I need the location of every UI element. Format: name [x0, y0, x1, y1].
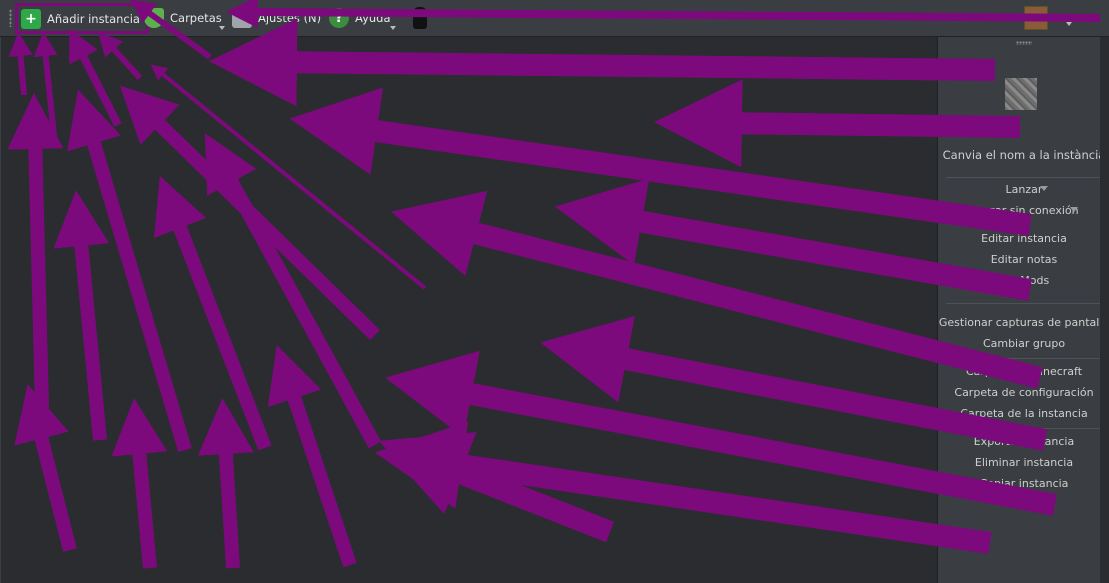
background-window-edge [1100, 37, 1109, 583]
edit-notes-button[interactable]: Editar notas [938, 253, 1109, 266]
launch-offline-dropdown-icon[interactable] [1070, 207, 1078, 212]
help-icon: ? [329, 8, 349, 28]
config-folder-button[interactable]: Carpeta de configuración [938, 386, 1109, 399]
sidebar-divider [946, 428, 1102, 429]
minecraft-folder-button[interactable]: Carpeta de Minecraft [938, 365, 1109, 378]
instance-list-area[interactable] [0, 37, 938, 583]
delete-instance-button[interactable]: Eliminar instancia [938, 456, 1109, 469]
account-dropdown-icon[interactable] [1066, 22, 1072, 26]
help-label: Ayuda [355, 11, 391, 25]
add-instance-label: Añadir instancia [47, 11, 140, 26]
screenshots-button[interactable]: Gestionar capturas de pantalla [938, 316, 1109, 329]
settings-button[interactable]: Ajustes (N) [232, 5, 321, 31]
launch-offline-button[interactable]: Lanzar sin conexión [938, 204, 1109, 217]
cat-icon[interactable] [413, 7, 427, 29]
rename-instance-button[interactable]: Canvia el nom a la instància [938, 148, 1109, 162]
folder-icon [144, 8, 164, 28]
instance-sidebar: Canvia el nom a la instància Lanzar Lanz… [937, 37, 1109, 583]
add-instance-icon: + [21, 8, 41, 29]
help-dropdown-icon[interactable] [390, 26, 396, 30]
view-mods-button[interactable]: Ver Mods [938, 274, 1109, 287]
launch-button[interactable]: Lanzar [938, 183, 1109, 196]
sidebar-divider [946, 303, 1102, 304]
account-icon[interactable] [1024, 6, 1048, 30]
settings-icon [232, 8, 252, 28]
change-group-button[interactable]: Cambiar grupo [938, 337, 1109, 350]
folders-button[interactable]: Carpetas [144, 5, 222, 31]
toolbar-grip[interactable] [9, 9, 12, 27]
help-button[interactable]: ? Ayuda [329, 5, 391, 31]
add-instance-button[interactable]: + Añadir instancia [15, 3, 149, 34]
edit-instance-button[interactable]: Editar instancia [938, 232, 1109, 245]
launch-dropdown-icon[interactable] [1040, 186, 1048, 191]
sidebar-divider [946, 358, 1102, 359]
instance-icon[interactable] [1005, 78, 1037, 110]
sidebar-divider [946, 177, 1102, 178]
folders-label: Carpetas [170, 11, 222, 25]
main-toolbar: + Añadir instancia Carpetas Ajustes (N) … [0, 0, 1109, 37]
copy-instance-button[interactable]: Copiar instancia [938, 477, 1109, 490]
export-instance-button[interactable]: Exportar instancia [938, 435, 1109, 448]
settings-label: Ajustes (N) [258, 11, 322, 25]
sidebar-grip[interactable] [1016, 41, 1032, 45]
instance-folder-button[interactable]: Carpeta de la instancia [938, 407, 1109, 420]
folders-dropdown-icon[interactable] [219, 26, 225, 30]
